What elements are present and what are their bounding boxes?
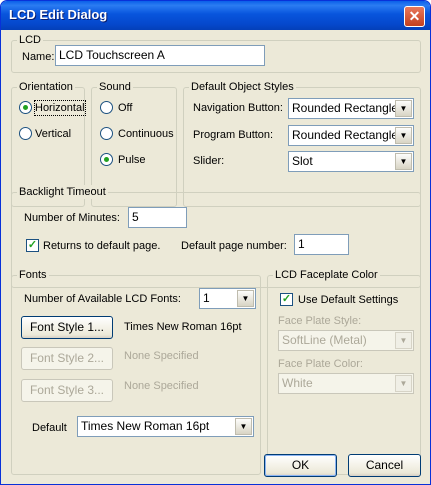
horizontal-label[interactable]: Horizontal: [34, 100, 86, 116]
default-page-label: Default page number:: [181, 240, 287, 252]
chevron-down-icon[interactable]: ▼: [395, 100, 412, 117]
backlight-legend: Backlight Timeout: [17, 185, 108, 199]
program-button-select[interactable]: Rounded Rectangle ▼: [288, 125, 414, 146]
radio-vertical[interactable]: [19, 127, 32, 140]
face-plate-color-select[interactable]: White ▼: [278, 373, 414, 394]
use-default-checkbox[interactable]: ✓: [280, 293, 293, 306]
face-plate-style-value: SoftLine (Metal): [282, 333, 367, 347]
returns-label[interactable]: Returns to default page.: [43, 239, 160, 253]
minutes-label: Number of Minutes:: [24, 212, 120, 224]
chevron-down-icon[interactable]: ▼: [395, 153, 412, 170]
sound-legend: Sound: [97, 80, 133, 94]
lcd-edit-dialog: LCD Edit Dialog ✕ LCD Name: LCD Touchscr…: [0, 0, 431, 485]
font-style-3-value: None Specified: [124, 380, 199, 392]
object-styles-group: Default Object Styles Navigation Button:…: [183, 80, 421, 207]
use-default-label[interactable]: Use Default Settings: [298, 293, 398, 307]
radio-horizontal[interactable]: [19, 101, 32, 114]
chevron-down-icon[interactable]: ▼: [395, 332, 412, 349]
fonts-legend: Fonts: [17, 268, 49, 282]
font-style-1-button[interactable]: Font Style 1...: [21, 316, 113, 339]
default-page-field[interactable]: 1: [294, 234, 349, 255]
navigation-button-value: Rounded Rectangle: [292, 101, 399, 115]
minutes-field[interactable]: 5: [128, 207, 187, 228]
window-title: LCD Edit Dialog: [9, 7, 108, 22]
radio-continuous[interactable]: [100, 127, 113, 140]
font-count-label: Number of Available LCD Fonts:: [24, 293, 181, 305]
chevron-down-icon[interactable]: ▼: [235, 418, 252, 435]
chevron-down-icon[interactable]: ▼: [237, 290, 254, 307]
orientation-legend: Orientation: [17, 80, 75, 94]
font-style-2-button[interactable]: Font Style 2...: [21, 347, 113, 370]
faceplate-group: LCD Faceplate Color ✓ Use Default Settin…: [267, 268, 421, 475]
name-field[interactable]: LCD Touchscreen A: [55, 45, 265, 66]
check-icon: ✓: [281, 293, 292, 305]
close-icon: ✕: [408, 8, 421, 24]
chevron-down-icon[interactable]: ▼: [395, 375, 412, 392]
lcd-legend: LCD: [17, 33, 44, 47]
default-font-select[interactable]: Times New Roman 16pt ▼: [77, 416, 254, 437]
check-icon: ✓: [27, 239, 38, 251]
face-plate-color-value: White: [282, 376, 313, 390]
returns-checkbox[interactable]: ✓: [26, 239, 39, 252]
navigation-button-select[interactable]: Rounded Rectangle ▼: [288, 98, 414, 119]
slider-value: Slot: [292, 154, 313, 168]
program-button-label: Program Button:: [193, 129, 274, 141]
ok-button[interactable]: OK: [264, 454, 337, 477]
continuous-label[interactable]: Continuous: [118, 127, 174, 141]
pulse-label[interactable]: Pulse: [118, 153, 146, 167]
font-style-1-value: Times New Roman 16pt: [124, 321, 242, 333]
lcd-group: LCD Name: LCD Touchscreen A: [11, 33, 421, 73]
vertical-label[interactable]: Vertical: [35, 127, 71, 141]
close-button[interactable]: ✕: [404, 6, 425, 27]
face-plate-style-select[interactable]: SoftLine (Metal) ▼: [278, 330, 414, 351]
slider-label: Slider:: [193, 155, 225, 167]
radio-off[interactable]: [100, 101, 113, 114]
off-label[interactable]: Off: [118, 101, 132, 115]
name-label: Name:: [22, 51, 55, 63]
font-style-3-button[interactable]: Font Style 3...: [21, 379, 113, 402]
fonts-group: Fonts Number of Available LCD Fonts: 1 ▼…: [11, 268, 261, 475]
default-font-value: Times New Roman 16pt: [81, 419, 210, 433]
faceplate-legend: LCD Faceplate Color: [273, 268, 380, 282]
slider-select[interactable]: Slot ▼: [288, 151, 414, 172]
face-plate-style-label: Face Plate Style:: [278, 315, 362, 327]
face-plate-color-label: Face Plate Color:: [278, 358, 363, 370]
default-font-label: Default: [32, 422, 67, 434]
radio-pulse[interactable]: [100, 153, 113, 166]
title-bar[interactable]: LCD Edit Dialog ✕: [1, 1, 430, 30]
navigation-button-label: Navigation Button:: [193, 102, 283, 114]
cancel-button[interactable]: Cancel: [348, 454, 421, 477]
font-count-value: 1: [203, 291, 210, 305]
program-button-value: Rounded Rectangle: [292, 128, 399, 142]
dialog-body: LCD Name: LCD Touchscreen A Orientation …: [4, 30, 427, 481]
chevron-down-icon[interactable]: ▼: [395, 127, 412, 144]
font-style-2-value: None Specified: [124, 350, 199, 362]
object-styles-legend: Default Object Styles: [189, 80, 296, 94]
font-count-select[interactable]: 1 ▼: [199, 288, 256, 309]
